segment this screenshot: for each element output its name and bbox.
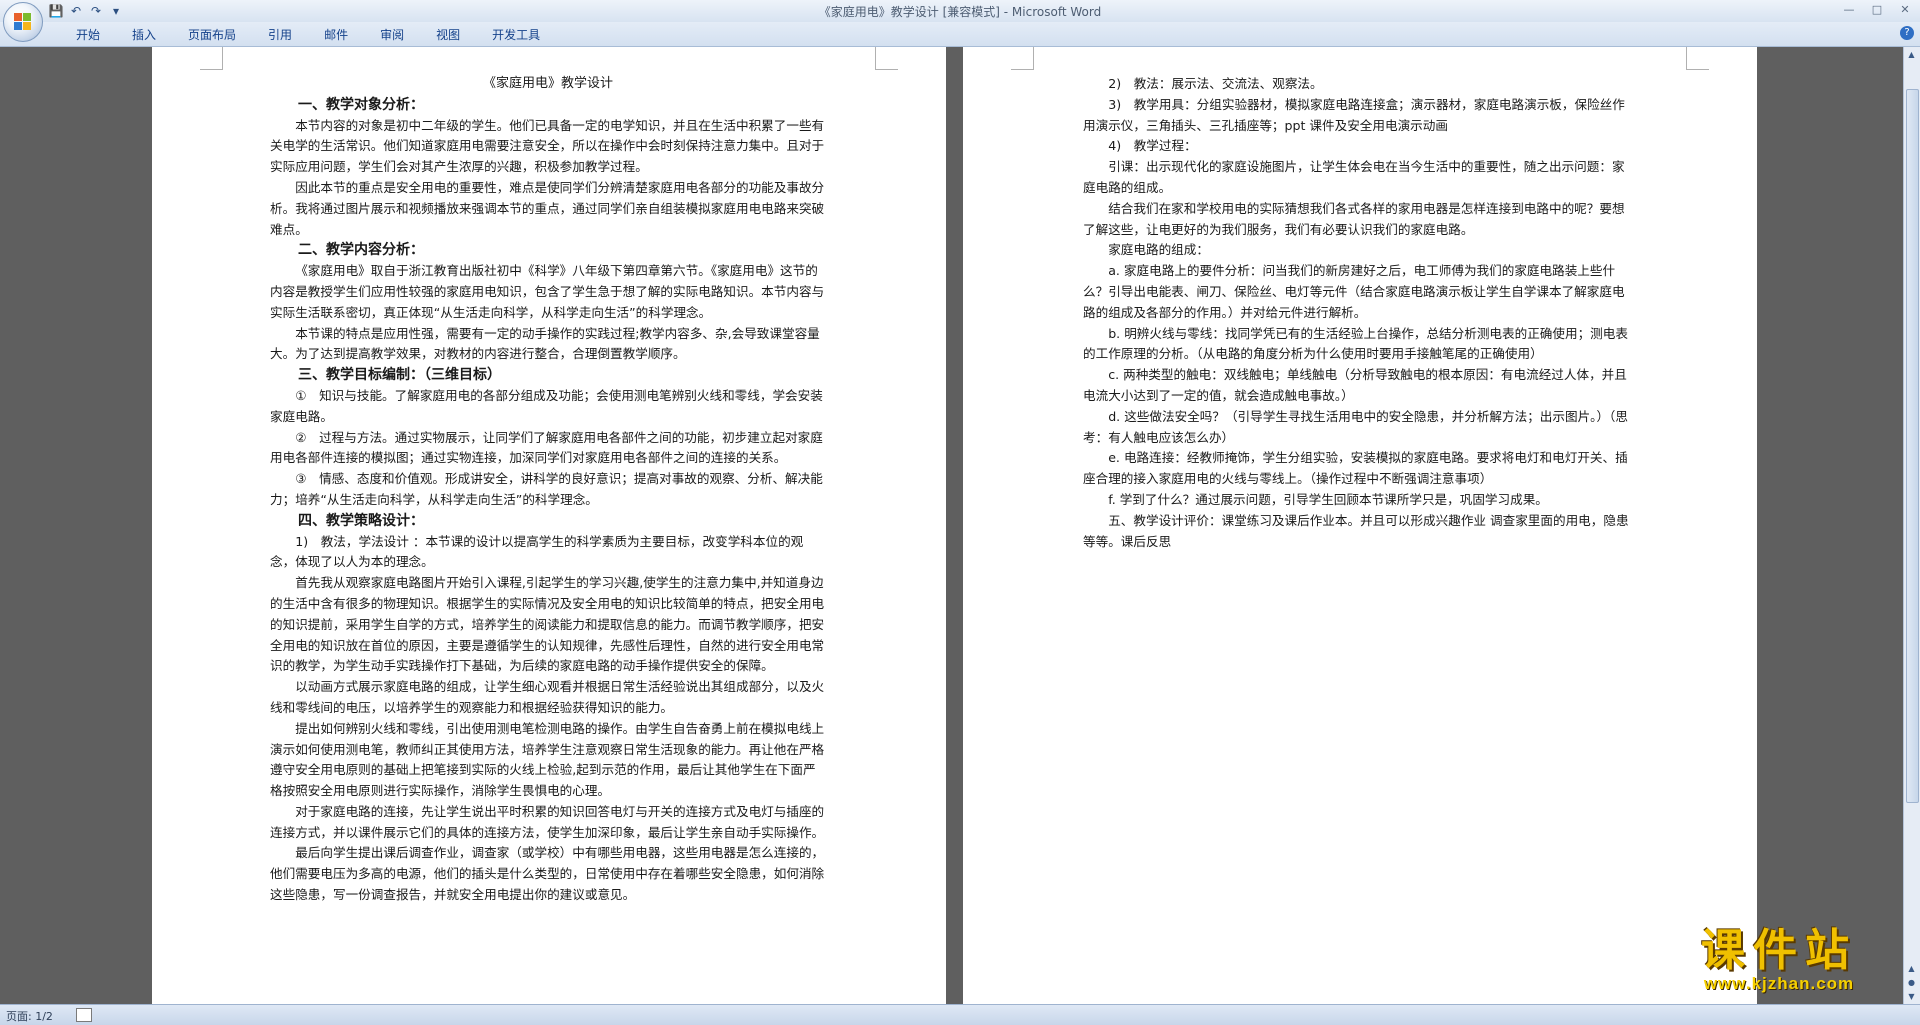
status-bar: 页面: 1/2 [0,1004,1920,1025]
close-icon[interactable]: ✕ [1894,2,1916,18]
page-1-text[interactable]: 《家庭用电》教学设计 一、教学对象分析： 本节内容的对象是初中二年级的学生。他们已… [270,74,826,906]
document-workspace: 《家庭用电》教学设计 一、教学对象分析： 本节内容的对象是初中二年级的学生。他们已… [0,47,1904,1004]
paragraph: 首先我从观察家庭电路图片开始引入课程,引起学生的学习兴趣,使学生的注意力集中,并… [270,575,825,674]
tab-developer[interactable]: 开发工具 [476,27,556,43]
tab-page-layout[interactable]: 页面布局 [172,27,252,43]
paragraph: 因此本节的重点是安全用电的重要性，难点是使同学们分辨清楚家庭用电各部分的功能及事… [270,179,825,237]
vertical-scrollbar[interactable]: ▲ ▲ ● ▼ [1903,47,1920,1004]
document-page-2[interactable]: 2) 教法：展示法、交流法、观察法。 3) 教学用具：分组实验器材，模拟家庭电路连… [963,47,1757,1004]
crop-mark [1686,47,1709,70]
ribbon: 开始 插入 页面布局 引用 邮件 审阅 视图 开发工具 ? [0,22,1920,47]
crop-mark [875,47,898,70]
watermark-title: 课件站 [1701,925,1857,976]
document-title: 《家庭用电》教学设计 [482,76,613,91]
watermark-url: www.kjzhan.com [1703,974,1855,993]
paragraph: 《家庭用电》取自于浙江教育出版社初中《科学》八年级下第四章第六节。《家庭用电》这… [270,263,825,320]
scrollbar-thumb[interactable] [1906,89,1919,803]
crop-mark [1011,47,1034,70]
paragraph: ③ 情感、态度和价值观。形成讲安全，讲科学的良好意识；提高对事故的观察、分析、解… [270,471,823,507]
paragraph: ② 过程与方法。通过实物展示，让同学们了解家庭用电各部件之间的功能，初步建立起对… [270,429,823,466]
tab-mailings[interactable]: 邮件 [308,27,364,43]
paragraph: 提出如何辨别火线和零线，引出使用测电笔检测电路的操作。由学生自告奋勇上前在模拟电… [270,720,825,799]
window-controls: — □ ✕ [1838,2,1916,18]
prev-page-icon[interactable]: ▲ [1906,963,1917,974]
scroll-up-icon[interactable]: ▲ [1906,49,1917,60]
paragraph: ① 知识与技能。了解家庭用电的各部分组成及功能；会使用测电笔辨别火线和零线，学会… [270,387,823,424]
tab-view[interactable]: 视图 [420,27,476,43]
page-2-text[interactable]: 2) 教法：展示法、交流法、观察法。 3) 教学用具：分组实验器材，模拟家庭电路连… [1083,74,1635,552]
paragraph: 4) 教学过程： [1108,138,1197,154]
section-heading: 三、教学目标编制：（三维目标） [298,367,501,384]
minimize-icon[interactable]: — [1838,2,1860,18]
paragraph: b. 明辨火线与零线：找同学凭已有的生活经验上台操作，总结分析测电表的正确使用；… [1083,325,1628,362]
tab-references[interactable]: 引用 [252,27,308,43]
paragraph: f. 学到了什么？通过展示问题，引导学生回顾本节课所学只是，巩固学习成果。 [1108,491,1548,507]
help-icon[interactable]: ? [1900,26,1914,40]
document-page-1[interactable]: 《家庭用电》教学设计 一、教学对象分析： 本节内容的对象是初中二年级的学生。他们已… [152,47,946,1004]
section-heading: 二、教学内容分析： [298,242,424,259]
paragraph: 以动画方式展示家庭电路的组成，让学生细心观看并根据日常生活经验说出其组成部分，以… [270,679,825,715]
paragraph: d. 这些做法安全吗？（引导学生寻找生活用电中的安全隐患，并分析解方法；出示图片… [1083,408,1628,445]
paragraph: 本节内容的对象是初中二年级的学生。他们已具备一定的电学知识，并且在生活中积累了一… [270,117,825,175]
paragraph: 本节课的特点是应用性强，需要有一定的动手操作的实践过程;教学内容多、杂,会导致课… [270,325,820,362]
browse-object-icon[interactable]: ● [1906,977,1917,988]
paragraph: 结合我们在家和学校用电的实际猜想我们各式各样的家用电器是怎样连接到电路中的呢？要… [1083,200,1625,237]
paragraph: 3) 教学用具：分组实验器材，模拟家庭电路连接盒；演示器材，家庭电路演示板，保险… [1083,96,1625,133]
paragraph: c. 两种类型的触电：双线触电；单线触电（分析导致触电的根本原因：有电流经过人体… [1083,367,1627,403]
office-button[interactable] [3,2,43,42]
maximize-icon[interactable]: □ [1866,2,1888,18]
tab-home[interactable]: 开始 [60,27,116,43]
tab-insert[interactable]: 插入 [116,27,172,43]
paragraph: 五、教学设计评价：课堂练习及课后作业本。并且可以形成兴趣作业 调查家里面的用电，… [1083,512,1629,549]
paragraph: 最后向学生提出课后调查作业，调查家（或学校）中有哪些用电器，这些用电器是怎么连接… [270,845,825,903]
proofing-icon[interactable] [76,1008,92,1022]
paragraph: 引课：出示现代化的家庭设施图片，让学生体会电在当今生活中的重要性，随之出示问题：… [1083,159,1625,195]
paragraph: 1) 教法，学法设计 ：本节课的设计以提高学生的科学素质为主要目标，改变学科本位… [270,533,804,570]
title-bar: 💾 ↶ ↷ ▾ 《家庭用电》教学设计 [兼容模式] - Microsoft Wo… [0,0,1920,23]
paragraph: e. 电路连接：经教师掩饰，学生分组实验，安装模拟的家庭电路。要求将电灯和电灯开… [1083,450,1628,487]
crop-mark [200,47,223,70]
section-heading: 一、教学对象分析： [298,96,424,113]
window-title: 《家庭用电》教学设计 [兼容模式] - Microsoft Word [818,5,1102,19]
paragraph: 对于家庭电路的连接，先让学生说出平时积累的知识回答电灯与开关的连接方式及电灯与插… [270,803,825,840]
section-heading: 四、教学策略设计： [298,512,424,529]
ribbon-tabs: 开始 插入 页面布局 引用 邮件 审阅 视图 开发工具 [60,27,556,43]
tab-review[interactable]: 审阅 [364,27,420,43]
paragraph: 家庭电路的组成： [1108,242,1209,258]
office-logo-icon [14,13,32,31]
paragraph: 2) 教法：展示法、交流法、观察法。 [1108,76,1323,91]
next-page-icon[interactable]: ▼ [1906,991,1917,1002]
paragraph: a. 家庭电路上的要件分析：问当我们的新房建好之后，电工师傅为我们的家庭电路装上… [1083,263,1625,320]
watermark-logo: 课件站 www.kjzhan.com [1664,925,1894,993]
page-indicator[interactable]: 页面: 1/2 [6,1008,53,1024]
